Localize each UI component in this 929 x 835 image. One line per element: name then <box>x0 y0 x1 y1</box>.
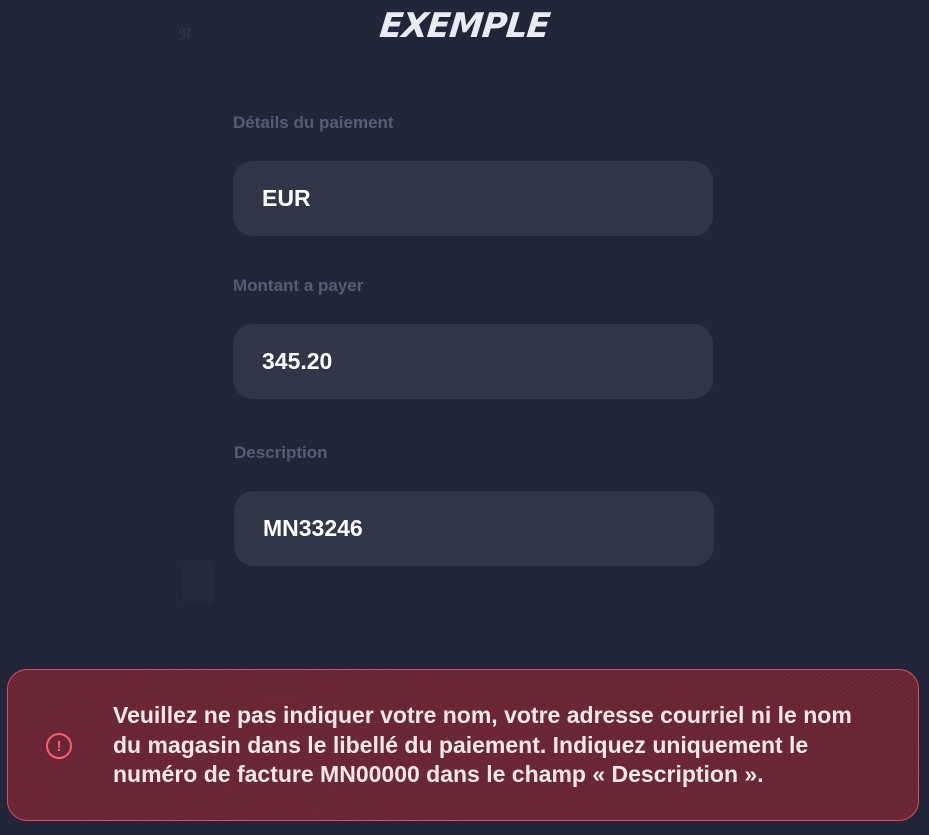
background-panel <box>183 560 215 604</box>
brand-logo: EXEMPLE <box>377 6 552 46</box>
background-mark: 𝕽 <box>178 24 192 44</box>
currency-field[interactable]: EUR <box>233 161 713 236</box>
amount-label: Montant a payer <box>233 276 364 295</box>
exclamation-circle-icon: ! <box>46 733 72 759</box>
amount-field[interactable]: 345.20 <box>233 324 713 399</box>
warning-alert: ! Veuillez ne pas indiquer votre nom, vo… <box>7 669 919 821</box>
payment-details-label: Détails du paiement <box>233 113 394 132</box>
description-label: Description <box>234 443 328 462</box>
warning-message: Veuillez ne pas indiquer votre nom, votr… <box>113 702 852 787</box>
description-field[interactable]: MN33246 <box>234 491 714 566</box>
